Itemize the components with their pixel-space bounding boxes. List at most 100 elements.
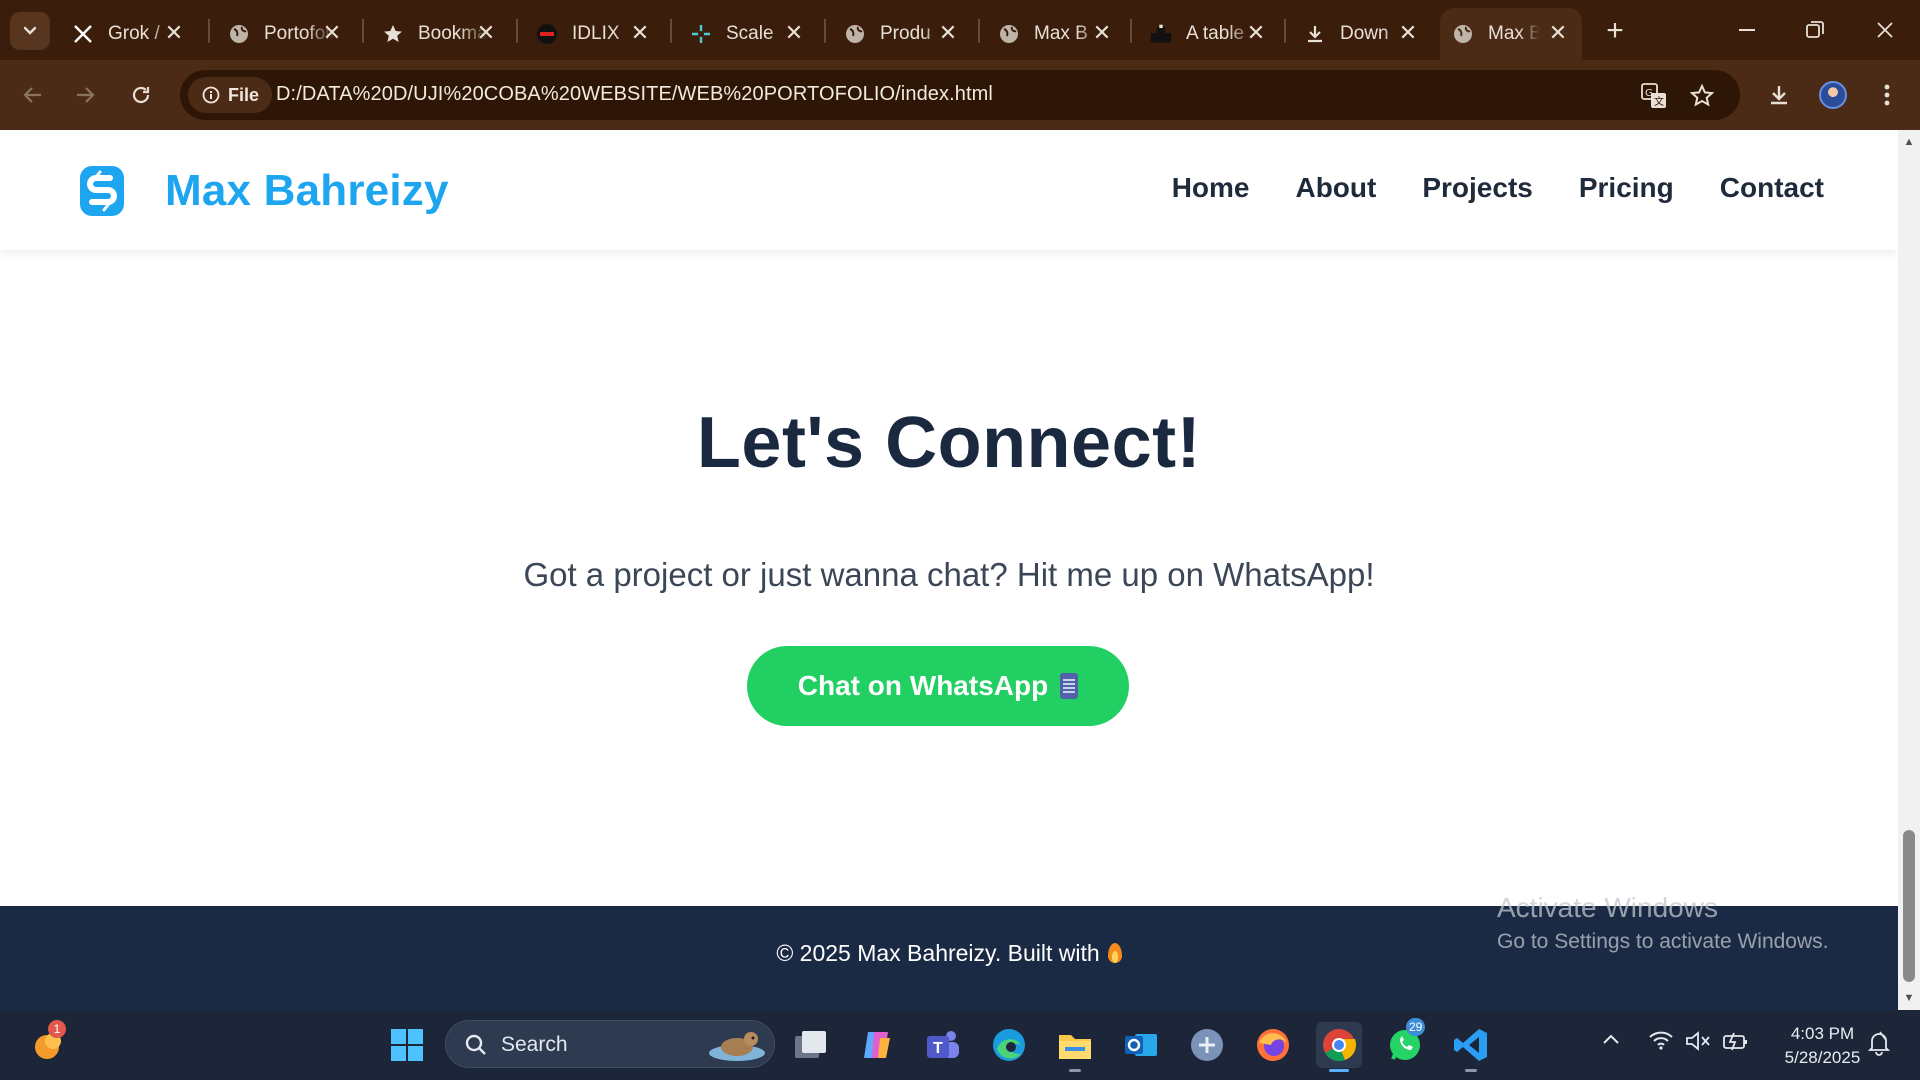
close-icon[interactable]: ✕ xyxy=(784,20,804,45)
hero-subtitle: Got a project or just wanna chat? Hit me… xyxy=(523,556,1375,593)
page-viewport: Max Bahreizy Home About Projects Pricing… xyxy=(0,130,1898,1010)
browser-tab[interactable]: Max B ✕ xyxy=(978,8,1130,60)
tab-search-button[interactable] xyxy=(10,12,50,50)
browser-tab[interactable]: Scale ✕ xyxy=(670,8,822,60)
scroll-up-icon[interactable]: ▲ xyxy=(1903,136,1915,148)
arrow-right-icon xyxy=(77,87,95,103)
start-button[interactable] xyxy=(384,1022,430,1068)
nav-about[interactable]: About xyxy=(1295,172,1376,204)
star-icon xyxy=(382,23,404,45)
reload-button[interactable] xyxy=(122,76,160,114)
close-icon xyxy=(1877,22,1893,38)
close-icon[interactable]: ✕ xyxy=(476,20,496,45)
browser-tab[interactable]: Portofolio ✕ xyxy=(208,8,360,60)
restore-button[interactable] xyxy=(1792,10,1838,50)
nav-contact[interactable]: Contact xyxy=(1720,172,1824,204)
firefox-icon xyxy=(1257,1029,1289,1061)
browser-tab[interactable]: A table ✕ xyxy=(1130,8,1284,60)
file-explorer-button[interactable] xyxy=(1052,1022,1098,1072)
scale-icon xyxy=(690,23,712,45)
close-icon[interactable]: ✕ xyxy=(322,20,342,45)
download-icon xyxy=(1771,86,1787,105)
edge-button[interactable] xyxy=(986,1022,1032,1068)
translate-button[interactable]: G文 xyxy=(1639,81,1669,111)
close-icon[interactable]: ✕ xyxy=(1398,20,1418,45)
wifi-button[interactable] xyxy=(1648,1030,1674,1055)
activate-windows-watermark: Activate Windows Go to Settings to activ… xyxy=(1497,892,1829,954)
show-hidden-icons-button[interactable] xyxy=(1602,1032,1620,1050)
nav-projects[interactable]: Projects xyxy=(1422,172,1533,204)
minimize-button[interactable] xyxy=(1724,10,1770,50)
taskbar-search[interactable]: Search xyxy=(445,1020,775,1068)
globe-icon xyxy=(228,23,250,45)
edge-icon xyxy=(993,1029,1025,1061)
firefox-button[interactable] xyxy=(1250,1022,1296,1068)
remote-app-button[interactable] xyxy=(1184,1022,1230,1068)
weather-badge: 1 xyxy=(48,1020,66,1038)
wifi-icon xyxy=(1649,1031,1673,1050)
outlook-button[interactable] xyxy=(1118,1022,1164,1068)
browser-tab[interactable]: IDLIX ✕ xyxy=(516,8,668,60)
svg-text:文: 文 xyxy=(1654,95,1664,108)
taskbar-clock[interactable]: 4:03 PM 5/28/2025 xyxy=(1770,1022,1875,1070)
brand-name[interactable]: Max Bahreizy xyxy=(165,166,449,216)
profile-button[interactable] xyxy=(1814,76,1852,114)
weather-widget[interactable]: 1 xyxy=(26,1020,72,1068)
running-indicator xyxy=(1069,1069,1081,1072)
nav-home[interactable]: Home xyxy=(1172,172,1250,204)
site-info-label: File xyxy=(228,84,260,105)
close-icon[interactable]: ✕ xyxy=(1092,20,1112,45)
translate-icon: G文 xyxy=(1641,83,1666,108)
browser-tab[interactable]: Produ ✕ xyxy=(824,8,976,60)
chrome-button[interactable] xyxy=(1316,1022,1362,1072)
close-icon[interactable]: ✕ xyxy=(164,20,184,45)
browser-tab[interactable]: Bookmarks ✕ xyxy=(362,8,514,60)
copilot-button[interactable] xyxy=(854,1022,900,1068)
battery-button[interactable] xyxy=(1722,1030,1750,1057)
arrow-left-icon xyxy=(23,87,41,103)
minimize-icon xyxy=(1739,29,1755,31)
browser-tab[interactable]: Grok / ✕ xyxy=(52,8,202,60)
table-icon xyxy=(1150,23,1172,45)
browser-menu-button[interactable] xyxy=(1868,76,1906,114)
site-info-button[interactable]: File xyxy=(188,77,272,113)
notifications-button[interactable] xyxy=(1866,1030,1892,1061)
more-vert-icon xyxy=(1884,84,1890,106)
close-icon[interactable]: ✕ xyxy=(630,20,650,45)
globe-icon xyxy=(844,23,866,45)
whatsapp-button[interactable]: 29 xyxy=(1382,1018,1428,1068)
nav-pricing[interactable]: Pricing xyxy=(1579,172,1674,204)
otter-illustration-icon xyxy=(709,1032,765,1061)
browser-tab-active[interactable]: Max B ✕ xyxy=(1440,8,1582,60)
x-logo-icon xyxy=(72,23,94,45)
info-icon xyxy=(202,86,220,104)
downloads-button[interactable] xyxy=(1760,76,1798,114)
forward-button[interactable] xyxy=(66,76,104,114)
scroll-down-icon[interactable]: ▼ xyxy=(1903,992,1915,1004)
page-title: Let's Connect! xyxy=(696,403,1202,483)
reload-icon xyxy=(132,86,150,104)
bookmark-star-button[interactable] xyxy=(1687,81,1717,111)
watermark-subtitle: Go to Settings to activate Windows. xyxy=(1497,930,1829,953)
site-header: Max Bahreizy Home About Projects Pricing… xyxy=(0,130,1898,250)
url-text[interactable]: D:/DATA%20D/UJI%20COBA%20WEBSITE/WEB%20P… xyxy=(276,83,993,106)
vscode-button[interactable] xyxy=(1448,1022,1494,1072)
new-tab-button[interactable]: + xyxy=(1598,14,1632,48)
whatsapp-chat-button[interactable]: Chat on WhatsApp xyxy=(747,646,1129,726)
browser-tab[interactable]: Down ✕ xyxy=(1284,8,1436,60)
close-icon[interactable]: ✕ xyxy=(938,20,958,45)
task-view-button[interactable] xyxy=(788,1022,834,1068)
volume-button[interactable] xyxy=(1685,1030,1711,1057)
scrollbar-thumb[interactable] xyxy=(1903,830,1915,982)
page-scrollbar[interactable]: ▲ ▼ xyxy=(1898,130,1920,1010)
close-icon[interactable]: ✕ xyxy=(1548,20,1568,45)
close-window-button[interactable] xyxy=(1862,10,1908,50)
close-icon[interactable]: ✕ xyxy=(1246,20,1266,45)
task-view-icon xyxy=(795,1031,826,1058)
teams-button[interactable]: T xyxy=(920,1022,966,1068)
back-button[interactable] xyxy=(14,76,52,114)
running-indicator xyxy=(1465,1069,1477,1072)
brand-logo-icon[interactable] xyxy=(78,164,126,218)
address-bar[interactable]: File D:/DATA%20D/UJI%20COBA%20WEBSITE/WE… xyxy=(180,70,1740,120)
chrome-icon xyxy=(1323,1029,1357,1062)
